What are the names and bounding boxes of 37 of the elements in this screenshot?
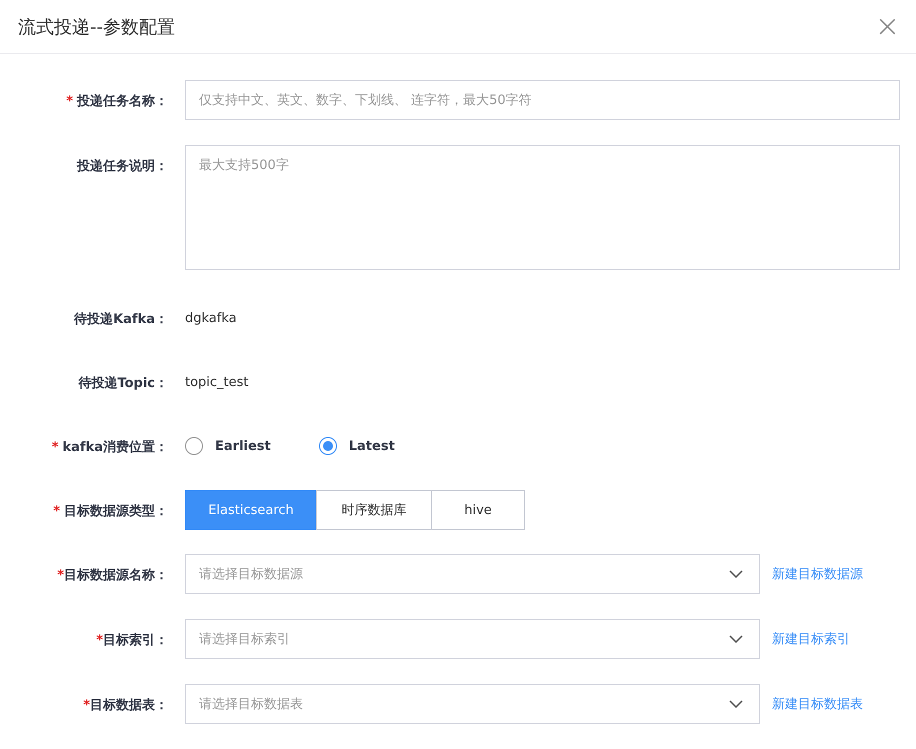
select-field[interactable]: 请选择目标数据源 — [185, 554, 760, 594]
close-button[interactable]: × — [874, 12, 900, 42]
radio-button[interactable] — [185, 437, 203, 455]
segment-button[interactable]: hive — [431, 490, 525, 530]
segment-button[interactable]: 时序数据库 — [316, 490, 432, 530]
create-link[interactable]: 新建目标索引 — [772, 630, 850, 648]
chevron-down-icon — [729, 635, 743, 643]
radio-label: Earliest — [215, 438, 271, 454]
field-label: 待投递Kafka： — [74, 312, 168, 327]
input-field[interactable]: 仅支持中文、英文、数字、下划线、 连字符，最大50字符 — [185, 80, 900, 120]
segment-button[interactable]: Elasticsearch — [185, 490, 317, 530]
required-mark: * — [96, 633, 103, 648]
create-link[interactable]: 新建目标数据表 — [772, 695, 863, 713]
field-label: 目标数据源名称： — [64, 568, 168, 583]
create-link[interactable]: 新建目标数据源 — [772, 565, 863, 583]
select-field[interactable]: 请选择目标索引 — [185, 619, 760, 659]
field-label: 目标索引： — [103, 633, 168, 648]
radio-button[interactable] — [318, 437, 337, 455]
field-label: 目标数据表： — [90, 698, 168, 713]
field-label: 投递任务名称： — [77, 94, 168, 109]
field-label: 目标数据源类型： — [64, 504, 168, 519]
field-label: 待投递Topic： — [78, 376, 168, 391]
chevron-down-icon — [729, 570, 743, 578]
required-mark: * — [57, 568, 64, 583]
field-label: kafka消费位置： — [62, 440, 168, 455]
chevron-down-icon — [729, 700, 743, 708]
required-mark: * — [66, 94, 73, 109]
dialog-title: 流式投递--参数配置 — [18, 16, 175, 38]
radio-label: Latest — [348, 438, 395, 454]
field-value: dgkafka — [185, 310, 237, 326]
field-value: topic_test — [185, 374, 249, 390]
select-field[interactable]: 请选择目标数据表 — [185, 684, 760, 724]
field-label: 投递任务说明： — [77, 159, 168, 174]
required-mark: * — [83, 698, 90, 713]
required-mark: * — [53, 504, 60, 519]
required-mark: * — [52, 440, 58, 455]
text-area[interactable]: 最大支持500字 — [185, 145, 900, 270]
